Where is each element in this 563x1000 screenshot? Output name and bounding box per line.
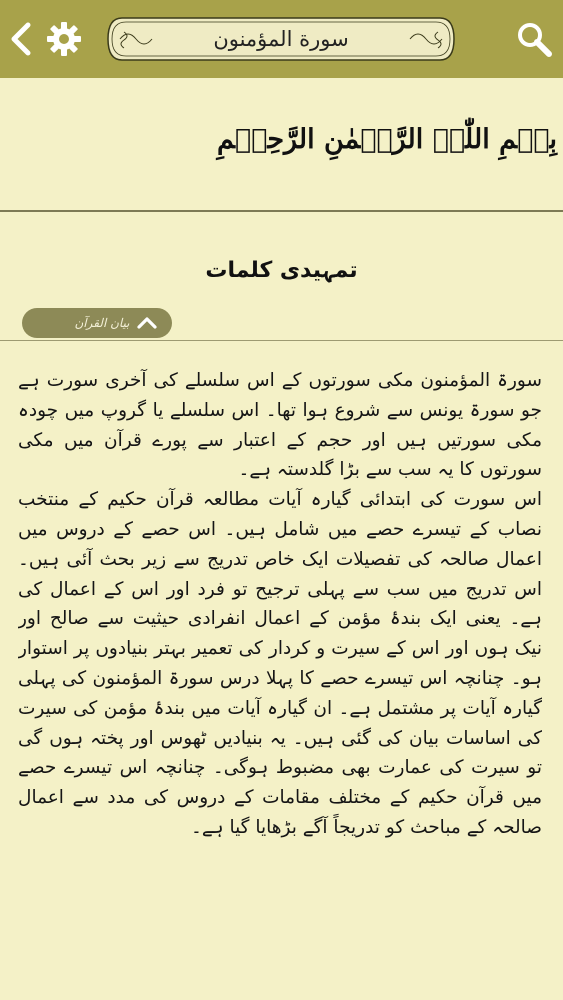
surah-title: سورة المؤمنون [213,27,349,51]
top-bar: سورة المؤمنون [0,0,563,78]
chevron-left-icon[interactable] [6,20,36,58]
section-heading: تمہیدی کلمات [205,258,358,283]
search-icon[interactable] [514,19,554,59]
paragraph: سورۃ المؤمنون مکی سورتوں کے اس سلسلے کی … [18,370,542,481]
commentary-text: سورۃ المؤمنون مکی سورتوں کے اس سلسلے کی … [18,366,542,1000]
surah-title-plate: سورة المؤمنون [104,14,458,64]
paragraph: اس سورت کی ابتدائی گیارہ آیات مطالعہ قرآ… [18,489,542,838]
chevron-up-icon [136,314,158,332]
source-toggle-button[interactable]: بیان القرآن [22,308,172,338]
source-label: بیان القرآن [74,316,130,330]
divider [0,210,563,212]
divider [0,340,563,341]
gear-icon[interactable] [44,19,84,59]
bismillah-text: بِسۡمِ اللّٰہِ الرَّحۡمٰنِ الرَّحِیۡمِ [216,124,557,155]
